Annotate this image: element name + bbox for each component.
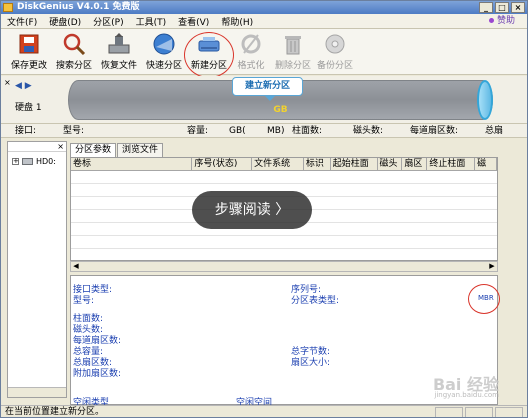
status-cells	[435, 407, 523, 417]
detail-model: 型号:	[73, 296, 95, 306]
app-icon	[3, 3, 13, 12]
magnifier-icon	[62, 33, 86, 56]
backup-partition-button[interactable]: 备份分区	[313, 31, 357, 73]
backup-icon	[323, 33, 347, 55]
menu-disk[interactable]: 硬盘(D)	[49, 15, 81, 28]
disk-info-line: 接口: 型号: 容量: GB( MB) 柱面数: 磁头数: 每道扇区数: 总扇	[1, 124, 527, 138]
menu-file[interactable]: 文件(F)	[7, 15, 37, 28]
disk-label: 硬盘 1	[15, 103, 42, 113]
tree-item-hd0[interactable]: + HD0:	[12, 157, 66, 166]
donate-icon	[488, 18, 494, 23]
save-disk-icon	[17, 33, 41, 55]
table-header: 卷标 序号(状态) 文件系统 标识 起始柱面 磁头 扇区 终止柱面 磁	[71, 158, 497, 171]
quick-partition-button[interactable]: 快速分区	[142, 31, 186, 73]
window-title: DiskGenius V4.0.1 免费版	[17, 2, 140, 12]
delete-partition-button[interactable]: 删除分区	[271, 31, 315, 73]
status-text: 在当前位置建立新分区。	[5, 407, 105, 417]
search-partition-button[interactable]: 搜索分区	[52, 31, 96, 73]
column-header[interactable]: 序号(状态)	[192, 158, 253, 170]
recover-icon	[107, 33, 131, 55]
column-header[interactable]: 终止柱面	[427, 158, 476, 170]
table-horizontal-scrollbar[interactable]: ◀ ▶	[70, 261, 498, 272]
new-partition-highlight-ring	[184, 32, 234, 78]
menu-view[interactable]: 查看(V)	[178, 15, 209, 28]
table-row[interactable]	[71, 236, 497, 249]
status-cell	[465, 407, 493, 417]
status-bar: 在当前位置建立新分区。	[1, 405, 527, 417]
table-row[interactable]	[71, 171, 497, 184]
column-header[interactable]: 卷标	[71, 158, 193, 170]
info-heads: 磁头数:	[353, 126, 384, 136]
detail-partition-table-type: 分区表类型:	[291, 296, 340, 306]
menu-help[interactable]: 帮助(H)	[221, 15, 253, 28]
save-changes-label: 保存更改	[10, 61, 47, 71]
status-cell	[495, 407, 523, 417]
format-button[interactable]: 格式化	[229, 31, 273, 73]
tab-strip: 分区参数 浏览文件	[70, 143, 164, 157]
maximize-button[interactable]: □	[495, 2, 509, 13]
column-header[interactable]: 磁	[475, 158, 497, 170]
menu-partition[interactable]: 分区(P)	[93, 15, 123, 28]
delete-partition-label: 删除分区	[274, 61, 311, 71]
title-bar: DiskGenius V4.0.1 免费版 _ □ ×	[1, 1, 527, 14]
detail-extra-sectors: 附加扇区数:	[73, 369, 122, 379]
quick-partition-icon	[152, 33, 176, 55]
hard-disk-icon	[22, 158, 33, 165]
recover-files-label: 恢复文件	[100, 61, 137, 71]
tree-header: ×	[8, 142, 66, 152]
donate-label: 赞助	[496, 16, 515, 26]
info-sectors: 每道扇区数:	[410, 126, 459, 136]
info-total: 总扇	[485, 126, 504, 136]
column-header[interactable]: 磁头	[378, 158, 403, 170]
format-icon	[239, 33, 263, 55]
search-partition-label: 搜索分区	[55, 61, 92, 71]
tab-partition-params[interactable]: 分区参数	[70, 143, 117, 157]
tooltip-tail	[265, 96, 275, 101]
disk-nav-arrows[interactable]: ◀ ▶	[15, 81, 32, 91]
disk-cylinder-end	[477, 80, 493, 120]
format-label: 格式化	[237, 61, 265, 71]
tree-scrollbar[interactable]	[8, 387, 66, 397]
disk-capacity-text: GB	[273, 105, 288, 115]
disk-tree-panel: × + HD0:	[7, 141, 67, 398]
quick-partition-label: 快速分区	[145, 61, 182, 71]
baidu-watermark-url: jingyan.baidu.com	[434, 391, 499, 399]
recover-files-button[interactable]: 恢复文件	[97, 31, 141, 73]
info-capacity: 容量:	[187, 126, 209, 136]
column-header[interactable]: 标识	[304, 158, 331, 170]
status-cell	[435, 407, 463, 417]
menu-tools[interactable]: 工具(T)	[136, 15, 167, 28]
tree-close-icon[interactable]: ×	[57, 142, 64, 151]
column-header[interactable]: 起始柱面	[331, 158, 378, 170]
column-header[interactable]: 文件系统	[252, 158, 304, 170]
donate-link[interactable]: 赞助	[488, 14, 515, 29]
expand-icon[interactable]: +	[12, 158, 19, 165]
scroll-left-icon[interactable]: ◀	[71, 262, 81, 271]
diskgenius-window: DiskGenius V4.0.1 免费版 _ □ × 文件(F) 硬盘(D) …	[0, 0, 528, 418]
info-model: 型号:	[63, 126, 85, 136]
trash-icon	[281, 33, 305, 55]
detail-sector-size: 扇区大小:	[291, 358, 331, 368]
column-header[interactable]: 扇区	[402, 158, 428, 170]
step-reading-button[interactable]: 步骤阅读 〉	[192, 191, 312, 229]
close-pane-icon[interactable]: ×	[4, 78, 11, 87]
window-controls: _ □ ×	[479, 2, 525, 13]
toolbar: 保存更改 搜索分区 恢复文件 快速分区 新建分区 格式化 删除分区 备份分区	[1, 29, 527, 75]
backup-partition-label: 备份分区	[316, 61, 353, 71]
save-changes-button[interactable]: 保存更改	[7, 31, 51, 73]
info-cylinders: 柱面数:	[292, 126, 323, 136]
menu-bar: 文件(F) 硬盘(D) 分区(P) 工具(T) 查看(V) 帮助(H) 赞助	[1, 14, 527, 29]
minimize-button[interactable]: _	[479, 2, 493, 13]
tree-item-label: HD0:	[36, 157, 56, 166]
tab-browse-files[interactable]: 浏览文件	[117, 143, 164, 157]
new-partition-tooltip: 建立新分区	[232, 77, 303, 96]
close-button[interactable]: ×	[511, 2, 525, 13]
mbr-highlight-ring	[468, 284, 500, 314]
info-interface: 接口:	[15, 126, 37, 136]
scroll-right-icon[interactable]: ▶	[487, 262, 497, 271]
info-gb: GB(	[229, 126, 246, 136]
info-mb: MB)	[267, 126, 285, 136]
